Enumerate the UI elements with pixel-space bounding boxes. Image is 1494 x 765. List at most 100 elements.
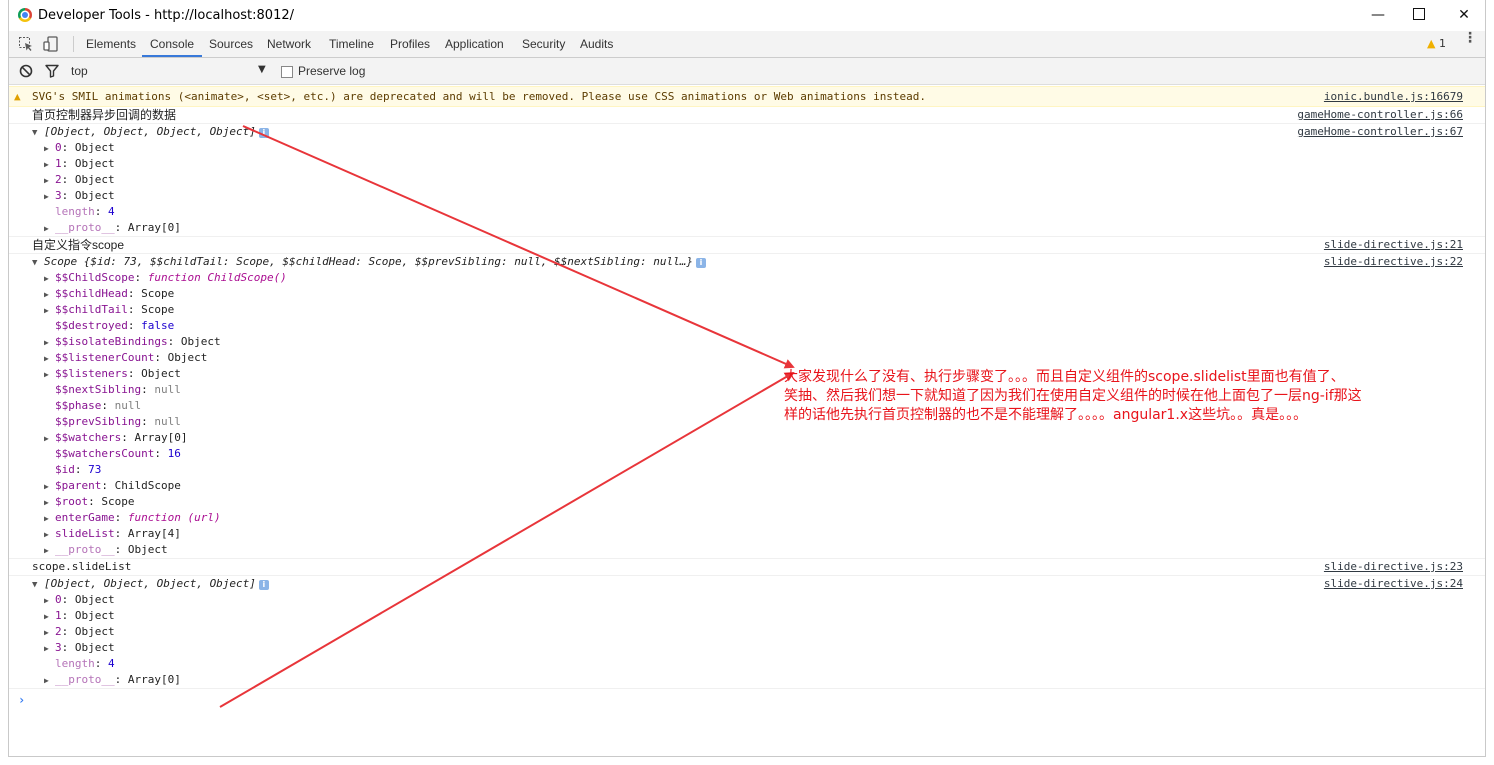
console-log-message: 自定义指令scope slide-directive.js:21: [9, 237, 1485, 254]
source-link[interactable]: ionic.bundle.js:16679: [1324, 87, 1463, 106]
minimize-button[interactable]: —: [1363, 4, 1393, 26]
expand-triangle-icon[interactable]: ▶: [44, 303, 55, 319]
execution-context-select[interactable]: top: [71, 64, 88, 78]
tree-item[interactable]: ▶ $$listenerCount: Object: [9, 350, 1485, 366]
tree-item[interactable]: ▶ enterGame: function (url): [9, 510, 1485, 526]
console-object-message: ▼ [Object, Object, Object, Object] i gameH…: [9, 124, 1485, 237]
tab-audits[interactable]: Audits: [580, 31, 613, 57]
expand-triangle-icon[interactable]: ▶: [44, 189, 55, 205]
expand-triangle-icon[interactable]: ▶: [44, 141, 55, 157]
expand-triangle-icon[interactable]: ▶: [44, 479, 55, 495]
log-text: 首页控制器异步回调的数据: [32, 108, 177, 122]
more-options-icon[interactable]: ⋮: [1463, 31, 1477, 45]
expand-triangle-icon[interactable]: ▶: [44, 335, 55, 351]
tree-item[interactable]: ▶ $$childHead: Scope: [9, 286, 1485, 302]
expand-triangle-icon[interactable]: ▶: [44, 287, 55, 303]
source-link[interactable]: slide-directive.js:24: [1324, 576, 1463, 592]
collapse-triangle-icon[interactable]: ▼: [32, 577, 44, 593]
tree-item[interactable]: ▶ 0: Object: [9, 140, 1485, 156]
property-value: Scope: [141, 287, 175, 300]
collapse-triangle-icon[interactable]: ▼: [32, 255, 44, 271]
info-icon: i: [696, 258, 707, 268]
tree-item[interactable]: ▶ __proto__: Object: [9, 542, 1485, 558]
tree-item[interactable]: ▶ 2: Object: [9, 624, 1485, 640]
preserve-log-label: Preserve log: [298, 64, 366, 78]
tree-item[interactable]: ▶ $$isolateBindings: Object: [9, 334, 1485, 350]
source-link[interactable]: slide-directive.js:21: [1324, 237, 1463, 253]
inspect-element-icon[interactable]: [18, 36, 34, 52]
tree-item[interactable]: ▶ slideList: Array[4]: [9, 526, 1485, 542]
tab-security[interactable]: Security: [522, 31, 565, 57]
scope-summary-row[interactable]: ▼ Scope {$id: 73, $$childTail: Scope, $$c…: [9, 254, 1485, 270]
expand-triangle-icon[interactable]: ▶: [44, 367, 55, 383]
tab-sources[interactable]: Sources: [209, 31, 253, 57]
dropdown-arrow-icon[interactable]: ▼: [258, 64, 266, 75]
tab-console[interactable]: Console: [142, 31, 203, 57]
source-link[interactable]: slide-directive.js:23: [1324, 559, 1463, 575]
tab-application[interactable]: Application: [445, 31, 504, 57]
tree-item[interactable]: ▶ 1: Object: [9, 156, 1485, 172]
source-link[interactable]: gameHome-controller.js:66: [1297, 107, 1463, 123]
source-link[interactable]: slide-directive.js:22: [1324, 254, 1463, 270]
tree-item[interactable]: ▶ 3: Object: [9, 188, 1485, 204]
expand-triangle-icon[interactable]: ▶: [44, 511, 55, 527]
tab-network[interactable]: Network: [267, 31, 311, 57]
console-prompt-input[interactable]: ›: [9, 689, 1485, 711]
expand-triangle-icon[interactable]: ▶: [44, 271, 55, 287]
tree-item[interactable]: ▶ 2: Object: [9, 172, 1485, 188]
expand-triangle-icon[interactable]: ▶: [44, 673, 55, 689]
source-link[interactable]: gameHome-controller.js:67: [1297, 124, 1463, 140]
property-key: $$listeners: [55, 367, 128, 380]
console-warning-message: ▲ SVG's SMIL animations (<animate>, <set…: [9, 86, 1485, 107]
tree-item[interactable]: ▶ $$watchers: Array[0]: [9, 430, 1485, 446]
expand-triangle-icon[interactable]: ▶: [44, 351, 55, 367]
tree-item[interactable]: ▶ $$childTail: Scope: [9, 302, 1485, 318]
tree-item[interactable]: ▶ 0: Object: [9, 592, 1485, 608]
property-value: Scope: [141, 303, 175, 316]
expand-triangle-icon[interactable]: ▶: [44, 593, 55, 609]
clear-console-icon[interactable]: [18, 63, 34, 79]
expand-triangle-icon[interactable]: ▶: [44, 609, 55, 625]
maximize-button[interactable]: [1404, 4, 1434, 26]
property-key: $$prevSibling: [55, 415, 142, 428]
warnings-counter[interactable]: ▲ 1: [1427, 37, 1446, 50]
tab-elements[interactable]: Elements: [86, 31, 136, 57]
preserve-log-checkbox[interactable]: [281, 66, 293, 78]
property-key: $$watchersCount: [55, 447, 155, 460]
devtools-tab-bar: Elements Console Sources Network Timelin…: [9, 31, 1485, 58]
tree-item[interactable]: ▶ $parent: ChildScope: [9, 478, 1485, 494]
expand-triangle-icon[interactable]: ▶: [44, 221, 55, 237]
tree-item[interactable]: ▶ $$ChildScope: function ChildScope(): [9, 270, 1485, 286]
expand-triangle-icon[interactable]: ▶: [44, 495, 55, 511]
expand-triangle-icon[interactable]: ▶: [44, 431, 55, 447]
collapse-triangle-icon[interactable]: ▼: [32, 125, 44, 141]
tab-profiles[interactable]: Profiles: [390, 31, 430, 57]
tree-item-proto[interactable]: ▶ __proto__: Array[0]: [9, 220, 1485, 236]
maximize-icon: [1413, 8, 1425, 20]
filter-icon[interactable]: [44, 63, 60, 79]
expand-triangle-icon[interactable]: ▶: [44, 157, 55, 173]
tab-timeline[interactable]: Timeline: [329, 31, 374, 57]
expand-triangle-icon[interactable]: ▶: [44, 173, 55, 189]
property-key: slideList: [55, 527, 115, 540]
annotation-note: 大家发现什么了没有、执行步骤变了。。。而且自定义组件的scope.slideli…: [784, 368, 1464, 425]
tree-item-length: length: 4: [55, 657, 115, 670]
property-value: null: [154, 415, 181, 428]
tree-item[interactable]: ▶ 3: Object: [9, 640, 1485, 656]
property-key: $id: [55, 463, 75, 476]
close-button[interactable]: ✕: [1449, 4, 1479, 26]
expand-triangle-icon[interactable]: ▶: [44, 625, 55, 641]
expand-triangle-icon[interactable]: ▶: [44, 641, 55, 657]
console-log-message: 首页控制器异步回调的数据 gameHome-controller.js:66: [9, 107, 1485, 124]
property-value: Object: [141, 367, 181, 380]
tree-item[interactable]: ▶ 1: Object: [9, 608, 1485, 624]
chrome-logo-icon: [18, 8, 32, 22]
array-summary-row[interactable]: ▼ [Object, Object, Object, Object] i slide…: [9, 576, 1485, 592]
device-toolbar-icon[interactable]: [43, 36, 59, 52]
tree-item-proto[interactable]: ▶ __proto__: Array[0]: [9, 672, 1485, 688]
array-summary-row[interactable]: ▼ [Object, Object, Object, Object] i gameH…: [9, 124, 1485, 140]
expand-triangle-icon[interactable]: ▶: [44, 543, 55, 559]
property-value: null: [154, 383, 181, 396]
expand-triangle-icon[interactable]: ▶: [44, 527, 55, 543]
tree-item[interactable]: ▶ $root: Scope: [9, 494, 1485, 510]
